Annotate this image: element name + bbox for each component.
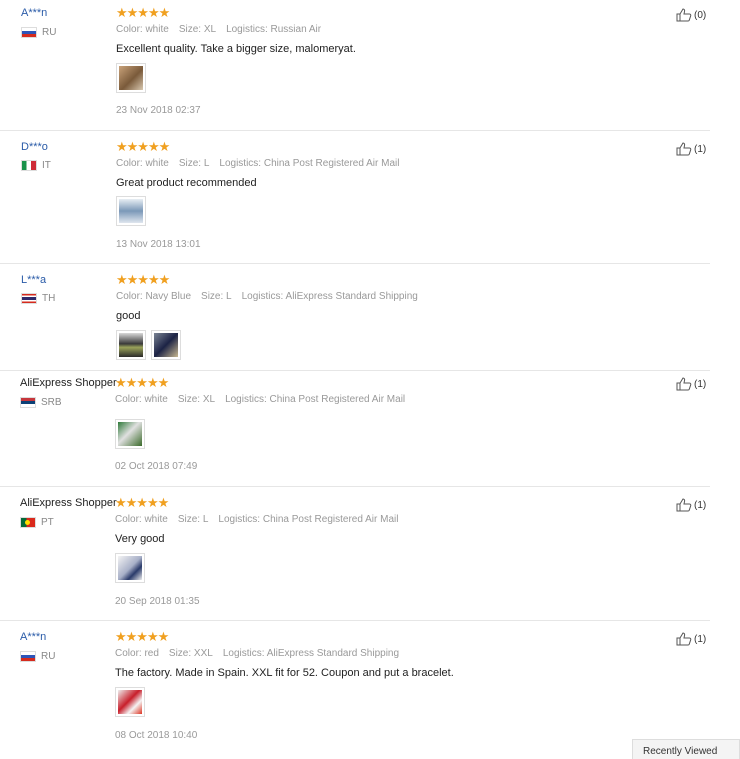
- reviewer-name[interactable]: A***n: [20, 631, 46, 643]
- review-photos: [115, 553, 145, 583]
- review-photo-thumbnail[interactable]: [115, 419, 145, 449]
- review-photos: [116, 196, 146, 226]
- order-attributes: Color: Navy Blue Size: L Logistics: AliExp…: [116, 291, 418, 302]
- thumbs-up-icon: [676, 142, 692, 156]
- review-date: 13 Nov 2018 13:01: [116, 239, 201, 250]
- helpful-button[interactable]: (1): [676, 142, 710, 156]
- helpful-button[interactable]: (1): [676, 632, 710, 646]
- reviewer-name[interactable]: D***o: [21, 141, 48, 153]
- review-photo-thumbnail[interactable]: [115, 553, 145, 583]
- reviewer-name[interactable]: L***a: [21, 274, 46, 286]
- review-date: 20 Sep 2018 01:35: [115, 596, 200, 607]
- review-photos: [116, 330, 181, 360]
- reviewer-country: IT: [21, 160, 51, 171]
- star-rating: ★★★★★: [115, 375, 169, 390]
- review-photos: [115, 419, 145, 449]
- review-text: The factory. Made in Spain. XXL fit for …: [115, 667, 454, 679]
- review-photo-thumbnail[interactable]: [116, 330, 146, 360]
- recently-viewed-tab[interactable]: Recently Viewed: [632, 739, 740, 759]
- flag-icon: [21, 160, 37, 171]
- reviewer-name[interactable]: AliExpress Shopper: [20, 377, 117, 389]
- review-item: AliExpress Shopper PT ★★★★★ Color: white…: [0, 486, 710, 621]
- star-rating: ★★★★★: [115, 629, 169, 644]
- review-photos: [115, 687, 145, 717]
- review-text: good: [116, 310, 141, 322]
- review-item: AliExpress Shopper SRB ★★★★★ Color: whit…: [0, 370, 710, 487]
- review-date: 23 Nov 2018 02:37: [116, 105, 201, 116]
- reviewer-country: RU: [20, 651, 55, 662]
- thumbs-up-icon: [676, 632, 692, 646]
- star-rating: ★★★★★: [116, 272, 170, 287]
- review-item: L***a TH ★★★★★ Color: Navy Blue Size: L Lo…: [0, 263, 710, 371]
- reviewer-country: SRB: [20, 397, 62, 408]
- star-rating: ★★★★★: [116, 139, 170, 154]
- flag-icon: [21, 293, 37, 304]
- review-date: 02 Oct 2018 07:49: [115, 461, 198, 472]
- star-rating: ★★★★★: [115, 495, 169, 510]
- review-date: 08 Oct 2018 10:40: [115, 730, 198, 741]
- review-item: A***n RU ★★★★★ Color: red Size: XXL Logist…: [0, 620, 710, 752]
- review-item: D***o IT ★★★★★ Color: white Size: L Logist…: [0, 130, 710, 264]
- flag-icon: [20, 397, 36, 408]
- flag-icon: [21, 27, 37, 38]
- flag-icon: [20, 517, 36, 528]
- helpful-button[interactable]: (1): [676, 498, 710, 512]
- order-attributes: Color: white Size: XL Logistics: China Pos…: [115, 394, 406, 405]
- thumbs-up-icon: [676, 498, 692, 512]
- review-photo-thumbnail[interactable]: [115, 687, 145, 717]
- reviewer-country: PT: [20, 517, 54, 528]
- order-attributes: Color: red Size: XXL Logistics: AliExpress…: [115, 648, 400, 659]
- review-text: Excellent quality. Take a bigger size, m…: [116, 43, 356, 55]
- order-attributes: Color: white Size: L Logistics: China Post…: [116, 158, 400, 169]
- thumbs-up-icon: [676, 377, 692, 391]
- helpful-button[interactable]: (1): [676, 377, 710, 391]
- order-attributes: Color: white Size: L Logistics: China Post…: [115, 514, 399, 525]
- review-text: Very good: [115, 533, 165, 545]
- reviewer-name[interactable]: A***n: [21, 7, 47, 19]
- review-photos: [116, 63, 146, 93]
- helpful-button[interactable]: (0): [676, 8, 710, 22]
- review-item: A***n RU ★★★★★ Color: white Size: XL Logis…: [0, 0, 710, 131]
- star-rating: ★★★★★: [116, 5, 170, 20]
- flag-icon: [20, 651, 36, 662]
- thumbs-up-icon: [676, 8, 692, 22]
- reviewer-name[interactable]: AliExpress Shopper: [20, 497, 117, 509]
- review-photo-thumbnail[interactable]: [116, 63, 146, 93]
- review-text: Great product recommended: [116, 177, 257, 189]
- order-attributes: Color: white Size: XL Logistics: Russian A…: [116, 24, 322, 35]
- review-photo-thumbnail[interactable]: [116, 196, 146, 226]
- reviewer-country: TH: [21, 293, 55, 304]
- review-photo-thumbnail[interactable]: [151, 330, 181, 360]
- reviewer-country: RU: [21, 27, 56, 38]
